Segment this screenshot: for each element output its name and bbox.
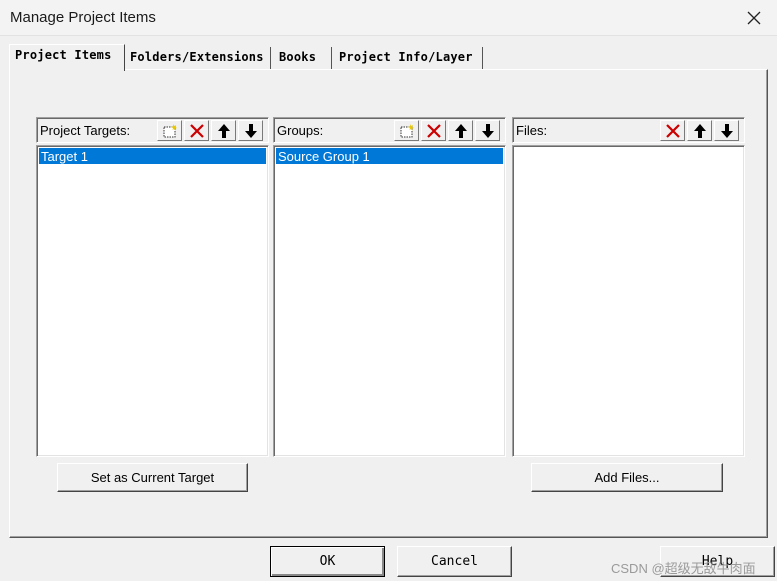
delete-icon — [189, 123, 204, 138]
move-file-up-button[interactable] — [687, 120, 712, 141]
groups-header: Groups: — [273, 117, 506, 143]
new-group-button[interactable] — [394, 120, 419, 141]
close-icon — [747, 11, 761, 24]
delete-icon — [665, 123, 680, 138]
groups-label: Groups: — [277, 123, 324, 138]
add-files-button[interactable]: Add Files... — [531, 463, 723, 492]
targets-label: Project Targets: — [40, 123, 131, 138]
tab-project-items[interactable]: Project Items — [9, 44, 125, 71]
cancel-button[interactable]: Cancel — [397, 546, 512, 577]
tab-books[interactable]: Books — [274, 47, 332, 69]
targets-header: Project Targets: — [36, 117, 269, 143]
new-item-icon — [163, 123, 177, 137]
arrow-up-icon — [217, 123, 230, 138]
files-header: Files: — [512, 117, 745, 143]
files-label: Files: — [516, 123, 548, 138]
targets-listbox[interactable]: Target 1 — [36, 145, 269, 457]
move-group-down-button[interactable] — [475, 120, 500, 141]
arrow-up-icon — [693, 123, 706, 138]
move-target-up-button[interactable] — [211, 120, 236, 141]
arrow-down-icon — [244, 123, 257, 138]
delete-icon — [426, 123, 441, 138]
files-listbox[interactable] — [512, 145, 745, 457]
arrow-up-icon — [454, 123, 467, 138]
move-target-down-button[interactable] — [238, 120, 263, 141]
list-item[interactable]: Source Group 1 — [276, 148, 503, 164]
new-item-icon — [400, 123, 414, 137]
ok-button[interactable]: OK — [270, 546, 385, 577]
close-button[interactable] — [731, 0, 777, 35]
move-file-down-button[interactable] — [714, 120, 739, 141]
move-group-up-button[interactable] — [448, 120, 473, 141]
list-item[interactable]: Target 1 — [39, 148, 266, 164]
watermark: CSDN @超级无敌牛肉面 — [611, 561, 756, 576]
delete-file-button[interactable] — [660, 120, 685, 141]
window-title: Manage Project Items — [10, 9, 156, 26]
set-current-target-button[interactable]: Set as Current Target — [57, 463, 248, 492]
groups-listbox[interactable]: Source Group 1 — [273, 145, 506, 457]
delete-target-button[interactable] — [184, 120, 209, 141]
delete-group-button[interactable] — [421, 120, 446, 141]
new-target-button[interactable] — [157, 120, 182, 141]
tab-folders-extensions[interactable]: Folders/Extensions — [125, 47, 271, 69]
arrow-down-icon — [720, 123, 733, 138]
tab-project-info-layer[interactable]: Project Info/Layer — [334, 47, 483, 69]
title-bar: Manage Project Items — [0, 0, 777, 36]
arrow-down-icon — [481, 123, 494, 138]
